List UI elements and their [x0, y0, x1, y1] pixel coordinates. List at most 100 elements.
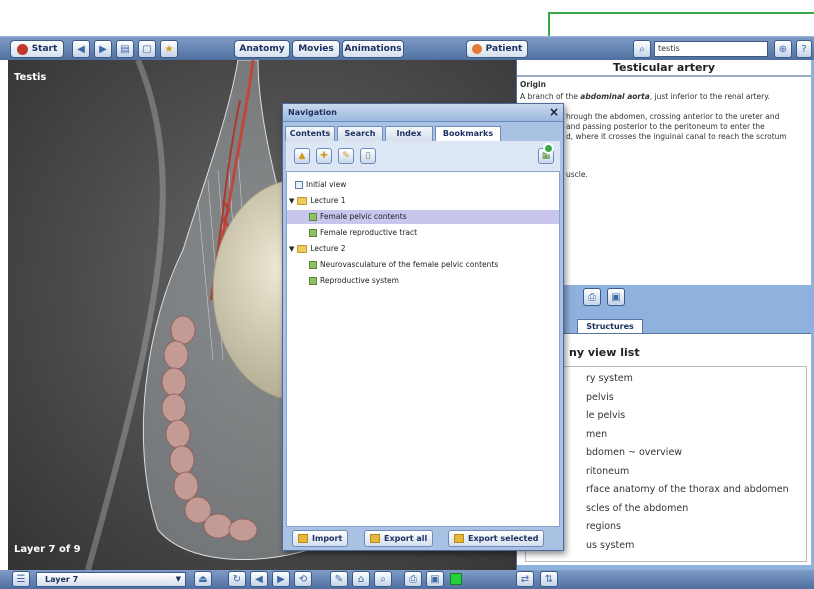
bookmark-view-icon[interactable]: ⌂ — [352, 571, 370, 587]
save-view-icon[interactable]: ▣ — [426, 571, 444, 587]
search-go-icon[interactable]: ⊕ — [774, 40, 792, 58]
add-folder-icon[interactable]: ▲ — [294, 148, 310, 164]
tree-item-label: Female pelvic contents — [320, 212, 407, 221]
window-icon[interactable]: ▢ — [138, 40, 156, 58]
bookmark-icon — [309, 277, 317, 285]
tree-folder-lecture-1[interactable]: ▼ Lecture 1 — [289, 194, 346, 208]
export-selected-label: Export selected — [468, 534, 539, 543]
print-icon[interactable]: ⎙ — [583, 288, 601, 306]
list-item[interactable]: ry system — [586, 370, 806, 389]
list-item[interactable]: ritoneum — [586, 463, 806, 482]
callout-line-horizontal — [549, 12, 814, 14]
navigation-titlebar[interactable]: Navigation — [283, 104, 563, 122]
help-icon[interactable]: ? — [796, 40, 812, 58]
navigation-title: Navigation — [288, 108, 337, 117]
navigation-footer: Import Export all Export selected — [286, 528, 560, 549]
list-item[interactable]: le pelvis — [586, 407, 806, 426]
export-all-button[interactable]: Export all — [364, 530, 434, 547]
tab-bookmarks[interactable]: Bookmarks — [435, 126, 501, 142]
tree-item-label: Initial view — [306, 180, 347, 189]
reset-view-icon[interactable]: ⟲ — [294, 571, 312, 587]
tab-anatomy-label: Anatomy — [239, 44, 285, 54]
tab-movies[interactable]: Movies — [292, 40, 340, 58]
delete-icon[interactable]: ▯ — [360, 148, 376, 164]
list-item[interactable]: bdomen ~ overview — [586, 444, 806, 463]
menu-icon[interactable]: ☰ — [12, 571, 30, 587]
export-selected-icon — [454, 534, 464, 543]
forward-icon[interactable]: ▶ — [94, 40, 112, 58]
expand-arrow-icon[interactable]: ▼ — [289, 242, 294, 256]
tab-index[interactable]: Index — [385, 126, 433, 141]
info-title: Testicular artery — [517, 60, 811, 76]
layer-select-value: Layer 7 — [45, 575, 79, 584]
list-item[interactable]: pelvis — [586, 389, 806, 408]
bookmark-icon — [309, 213, 317, 221]
search-input[interactable]: testis — [654, 41, 768, 57]
start-button[interactable]: Start — [10, 40, 64, 58]
search-icon[interactable]: ⌕ — [633, 40, 651, 58]
layer-up-icon[interactable]: ⏏ — [194, 571, 212, 587]
edit-icon[interactable]: ✎ — [338, 148, 354, 164]
tab-movies-label: Movies — [298, 44, 334, 54]
main-toolbar: Start ◀ ▶ ▤ ▢ ★ Anatomy Movies Animation… — [0, 36, 814, 60]
sort-icon[interactable]: ⇅ — [540, 571, 558, 587]
document-icon[interactable]: ▤ — [116, 40, 134, 58]
view-icon — [295, 181, 303, 189]
back-icon[interactable]: ◀ — [72, 40, 90, 58]
bookmark-icon — [309, 229, 317, 237]
import-button[interactable]: Import — [292, 530, 349, 547]
tree-item-label: Lecture 1 — [310, 196, 346, 205]
tree-folder-lecture-2[interactable]: ▼ Lecture 2 — [289, 242, 346, 256]
chevron-down-icon: ▼ — [175, 575, 181, 583]
tree-item-label: Lecture 2 — [310, 244, 346, 253]
rotate-icon[interactable]: ↻ — [228, 571, 246, 587]
tab-animations-label: Animations — [344, 44, 402, 54]
tree-item-neurovasculature[interactable]: Neurovasculature of the female pelvic co… — [309, 258, 498, 272]
close-icon[interactable]: × — [549, 105, 559, 119]
tree-item-label: Female reproductive tract — [320, 228, 418, 237]
tree-item-initial-view[interactable]: Initial view — [295, 178, 346, 192]
zoom-icon[interactable]: ⌕ — [374, 571, 392, 587]
pin-icon[interactable]: ✎ — [330, 571, 348, 587]
folder-icon — [297, 197, 308, 205]
origin-text: A branch of the abdominal aorta, just in… — [520, 92, 770, 101]
list-item[interactable]: scles of the abdomen — [586, 500, 806, 519]
start-label: Start — [31, 44, 58, 54]
bottom-toolbar: ☰ Layer 7 ▼ ⏏ ↻ ◀ ▶ ⟲ ✎ ⌂ ⌕ ⎙ ▣ ⇄ ⇅ — [0, 570, 814, 589]
tree-item-female-pelvic-contents[interactable]: Female pelvic contents — [287, 210, 559, 224]
navigation-window: Navigation × Contents Search Index Bookm… — [282, 103, 564, 551]
tab-animations[interactable]: Animations — [342, 40, 404, 58]
export-all-label: Export all — [384, 534, 428, 543]
print-view-icon[interactable]: ⎙ — [404, 571, 422, 587]
rotate-right-icon[interactable]: ▶ — [272, 571, 290, 587]
star-icon[interactable]: ★ — [160, 40, 178, 58]
tree-item-female-reproductive-tract[interactable]: Female reproductive tract — [309, 226, 417, 240]
sync-icon[interactable]: ⇄ — [516, 571, 534, 587]
layer-select[interactable]: Layer 7 ▼ — [36, 572, 186, 587]
tab-structures[interactable]: Structures — [577, 319, 643, 333]
start-icon — [16, 43, 28, 55]
tree-item-label: Reproductive system — [320, 276, 399, 285]
list-item[interactable]: regions — [586, 518, 806, 537]
expand-arrow-icon[interactable]: ▼ — [289, 194, 294, 208]
export-selected-button[interactable]: Export selected — [448, 530, 545, 547]
tree-item-label: Neurovasculature of the female pelvic co… — [320, 260, 499, 269]
patient-label: Patient — [485, 44, 523, 54]
rotate-left-icon[interactable]: ◀ — [250, 571, 268, 587]
list-item[interactable]: rface anatomy of the thorax and abdomen — [586, 481, 806, 500]
bookmarks-toolbar: ▲ ✚ ✎ ▯ ▦ — [286, 141, 560, 171]
callout-marker — [543, 143, 554, 154]
list-item[interactable]: men — [586, 426, 806, 445]
save-icon[interactable]: ▣ — [607, 288, 625, 306]
patient-icon — [471, 44, 482, 54]
new-bookmark-icon[interactable]: ✚ — [316, 148, 332, 164]
tab-contents[interactable]: Contents — [285, 126, 335, 141]
import-label: Import — [312, 534, 343, 543]
tab-anatomy[interactable]: Anatomy — [234, 40, 290, 58]
patient-button[interactable]: Patient — [466, 40, 528, 58]
tab-search[interactable]: Search — [337, 126, 383, 141]
viewport-title: Testis — [14, 72, 47, 83]
green-status-indicator[interactable] — [450, 573, 462, 585]
list-item[interactable]: us system — [586, 537, 806, 556]
tree-item-reproductive-system[interactable]: Reproductive system — [309, 274, 399, 288]
